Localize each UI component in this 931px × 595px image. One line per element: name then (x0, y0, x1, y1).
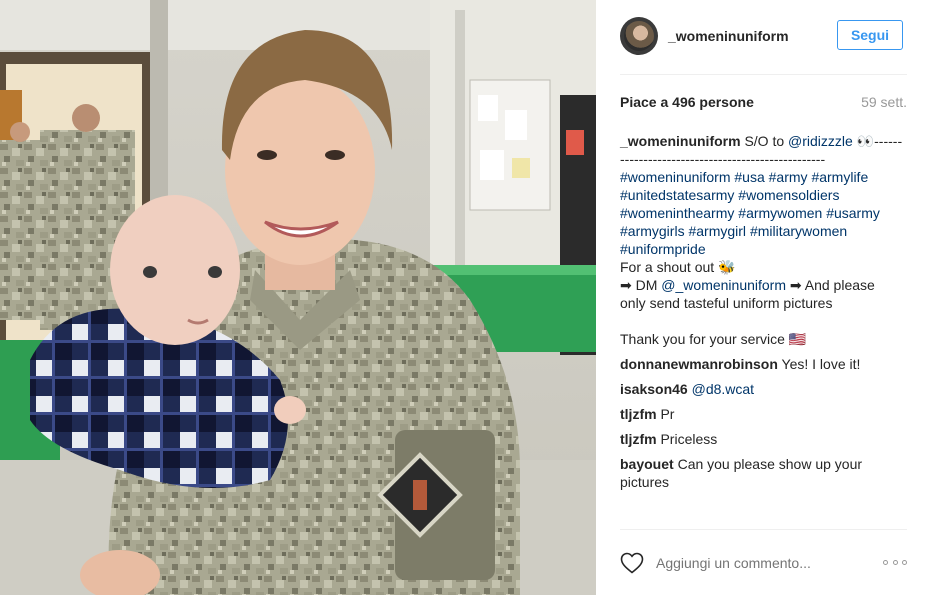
post-side-panel: _womeninuniform Segui Piace a 496 person… (596, 0, 931, 595)
caption-dm-suffix: ➡ And please (786, 277, 875, 293)
caption-dashes: ----------------------------------------… (620, 151, 826, 167)
photo-illustration (0, 0, 596, 595)
hashtag[interactable]: #womeninthearmy (620, 205, 734, 221)
divider (620, 74, 907, 75)
caption-line: _womeninuniform S/O to @ridizzzle 👀-----… (620, 132, 910, 150)
hashtag-line: #uniformpride (620, 240, 910, 258)
hashtag[interactable]: #uniformpride (620, 241, 706, 257)
caption-dm-prefix: ➡ DM (620, 277, 662, 293)
more-options-icon[interactable] (883, 556, 907, 568)
likes-count[interactable]: Piace a 496 persone (620, 94, 754, 110)
hashtag[interactable]: #armygirl (688, 223, 746, 239)
hashtag[interactable]: #womeninuniform (620, 169, 731, 185)
caption-mention[interactable]: @ridizzzle (788, 133, 853, 149)
hashtag[interactable]: #militarywomen (750, 223, 847, 239)
comment: tljzfm Priceless (620, 430, 910, 448)
caption-dm-line2: only send tasteful uniform pictures (620, 295, 833, 311)
hashtag-line: #unitedstatesarmy #womensoldiers (620, 186, 910, 204)
caption-username[interactable]: _womeninuniform (620, 133, 741, 149)
post-age[interactable]: 59 sett. (861, 94, 907, 110)
comment-username[interactable]: donnanewmanrobinson (620, 356, 778, 372)
comment-text: Yes! I love it! (777, 356, 861, 372)
hashtag[interactable]: #usarmy (826, 205, 880, 221)
dot-icon (902, 559, 907, 565)
hashtag-line: #armygirls #armygirl #militarywomen (620, 222, 910, 240)
likes-row: Piace a 496 persone 59 sett. (620, 94, 907, 114)
caption-thanks: Thank you for your service 🇺🇸 (620, 331, 807, 347)
hashtag[interactable]: #unitedstatesarmy (620, 187, 734, 203)
avatar[interactable] (620, 17, 658, 55)
caption-eyes: 👀------ (852, 133, 903, 149)
add-comment-input[interactable] (656, 555, 856, 571)
comment-username[interactable]: tljzfm (620, 431, 657, 447)
hashtag[interactable]: #army (769, 169, 808, 185)
comment: donnanewmanrobinson Yes! I love it! (620, 355, 910, 373)
comment-text: Priceless (656, 431, 718, 447)
comment-username[interactable]: bayouet (620, 456, 674, 472)
comment-text: Pr (656, 406, 675, 422)
post-header: _womeninuniform Segui (620, 14, 907, 58)
caption-dm-mention[interactable]: @_womeninuniform (661, 277, 786, 293)
divider (620, 529, 907, 530)
post-photo[interactable] (0, 0, 596, 595)
comment-username[interactable]: isakson46 (620, 381, 688, 397)
hashtag-line: #womeninuniform #usa #army #armylife (620, 168, 910, 186)
comment: tljzfm Pr (620, 405, 910, 423)
comment-username[interactable]: tljzfm (620, 406, 657, 422)
hashtag[interactable]: #armygirls (620, 223, 685, 239)
hashtag[interactable]: #armywomen (738, 205, 822, 221)
instagram-post: _womeninuniform Segui Piace a 496 person… (0, 0, 931, 595)
follow-button[interactable]: Segui (837, 20, 903, 50)
hashtag[interactable]: #usa (734, 169, 764, 185)
caption-shoutout: For a shout out 🐝 (620, 259, 736, 275)
comment: isakson46 @d8.wcat (620, 380, 910, 398)
heart-outline-icon[interactable] (620, 552, 644, 574)
dot-icon (892, 559, 898, 565)
comment-bar (620, 548, 907, 578)
dot-icon (883, 559, 888, 565)
caption: _womeninuniform S/O to @ridizzzle 👀-----… (620, 132, 910, 348)
hashtag[interactable]: #armylife (811, 169, 868, 185)
hashtag-line: #womeninthearmy #armywomen #usarmy (620, 204, 910, 222)
comment: bayouet Can you please show up your pict… (620, 455, 910, 491)
caption-dm: ➡ DM @_womeninuniform ➡ And please (620, 276, 910, 294)
comments-list: _womeninuniform S/O to @ridizzzle 👀-----… (620, 132, 910, 498)
comment-mention[interactable]: @d8.wcat (692, 381, 754, 397)
author-username[interactable]: _womeninuniform (668, 28, 789, 44)
caption-text: S/O to (740, 133, 789, 149)
hashtag[interactable]: #womensoldiers (738, 187, 839, 203)
avatar-image (624, 21, 654, 51)
